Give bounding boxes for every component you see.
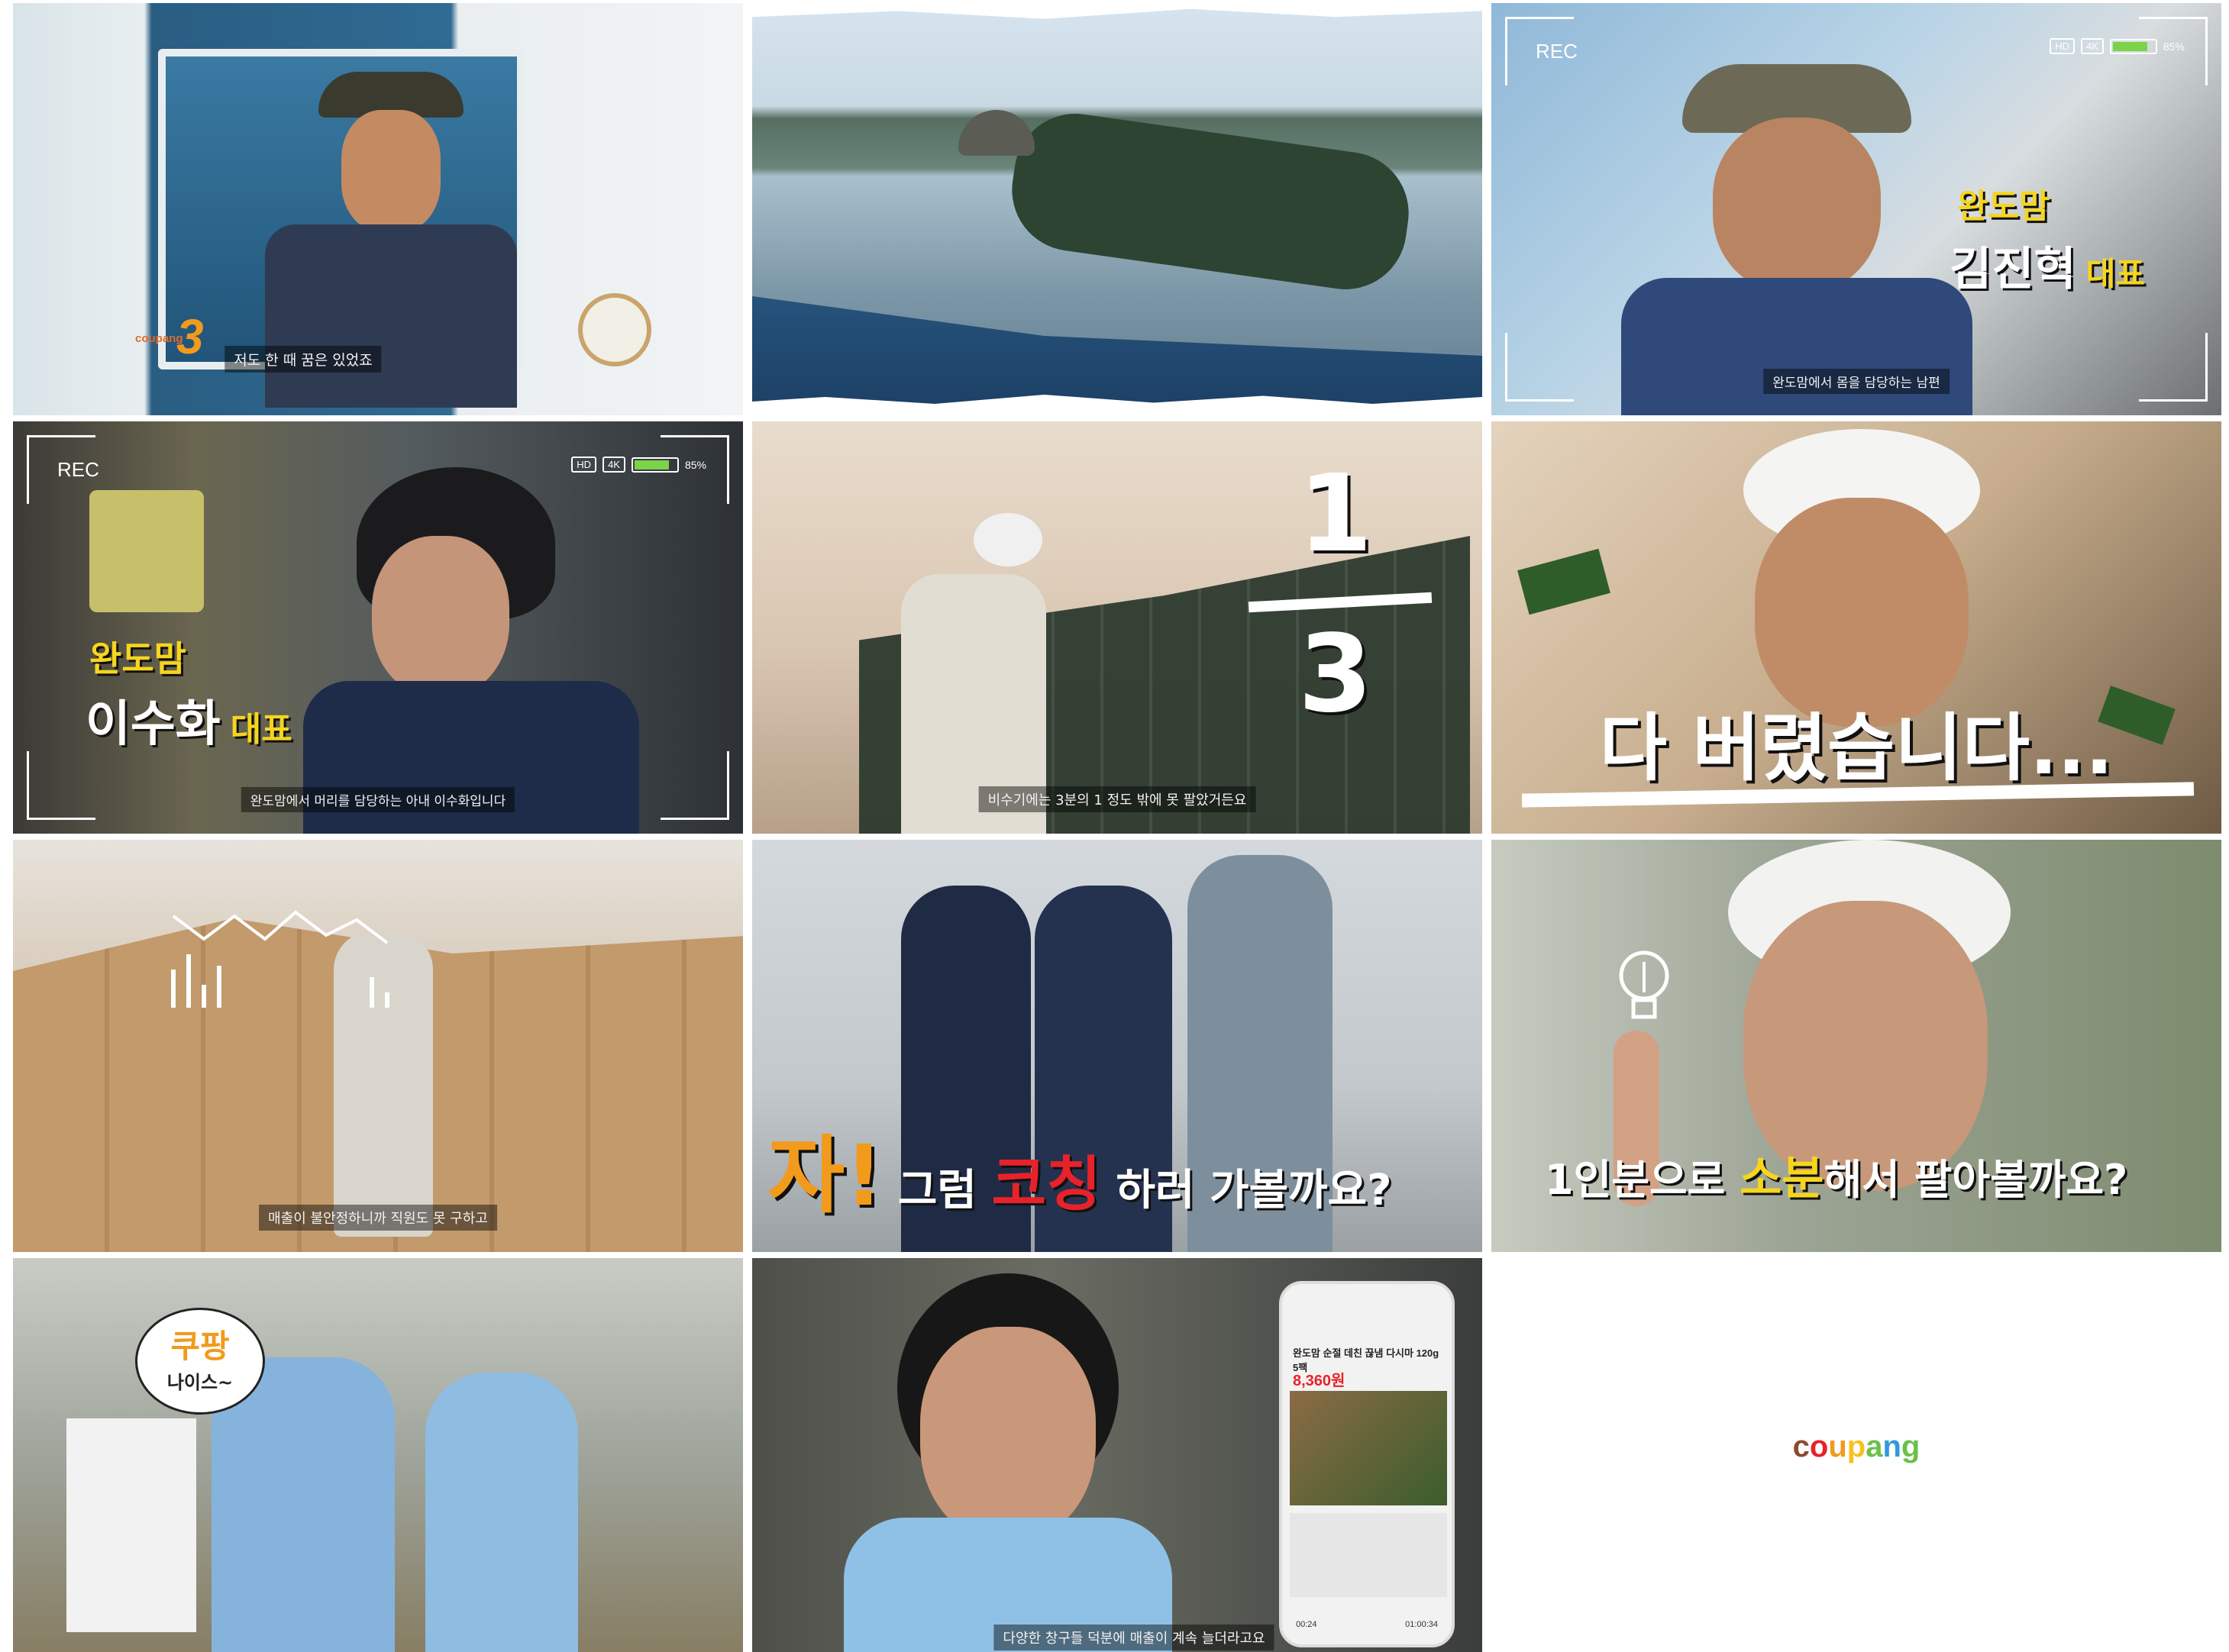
styrofoam-stack <box>66 1418 196 1632</box>
logo-letter: u <box>1828 1430 1847 1463</box>
caption-coaching: 코칭 <box>991 1150 1101 1219</box>
rec-corner-br <box>661 751 729 820</box>
subtitle: 매출이 불안정하니까 직원도 못 구하고 <box>259 1205 497 1231</box>
phone-time-start: 00:24 <box>1296 1620 1317 1629</box>
logo-letter: p <box>1846 1430 1866 1463</box>
caption-part-a: 1인분으로 <box>1545 1156 1740 1204</box>
battery-fill <box>634 460 670 469</box>
phone-product-image <box>1290 1391 1447 1505</box>
4k-badge: 4K <box>602 457 625 473</box>
caption-part-b: 해서 팔아볼까요? <box>1824 1156 2128 1204</box>
man-body <box>1621 278 1972 415</box>
caption-ja: 자! <box>767 1127 884 1224</box>
bubble-top: 쿠팡 <box>170 1328 230 1365</box>
video-frame-11: 완도맘 순절 데친 끊냄 다시마 120g 5팩 8,360원 00:24 01… <box>752 1258 1482 1652</box>
speech-bubble: 쿠팡 나이스~ <box>135 1308 265 1415</box>
subtitle: 비수기에는 3분의 1 정도 밖에 못 팔았거든요 <box>978 786 1256 812</box>
name-tag-main: 이수화 <box>86 696 221 753</box>
doodle-chart <box>171 910 389 1008</box>
rec-corner-br <box>2139 333 2208 402</box>
name-tag-main: 김진혁 <box>1950 243 2076 296</box>
video-frame-9: 1인분으로 소분해서 팔아볼까요? <box>1491 840 2221 1252</box>
name-tag-title: 대표 <box>2085 255 2145 292</box>
coupang-logo: coupang <box>1491 1430 2221 1464</box>
logo-letter: g <box>1901 1430 1920 1463</box>
subtitle: 완도맘에서 몸을 담당하는 남편 <box>1763 369 1950 394</box>
logo-letter: o <box>1809 1430 1829 1463</box>
logo-letter: n <box>1882 1430 1901 1463</box>
caption-part-b: 하러 가볼까요? <box>1100 1166 1392 1215</box>
woman-face <box>920 1327 1096 1541</box>
name-tag-title: 대표 <box>230 710 292 749</box>
caption: 1인분으로 소분해서 팔아볼까요? <box>1545 1141 2127 1208</box>
gauge-dial <box>578 293 651 366</box>
rec-label: REC <box>1536 40 1578 63</box>
hd-badge: HD <box>2050 38 2076 54</box>
video-frame-5: 1 3 비수기에는 3분의 1 정도 밖에 못 팔았거든요 <box>752 421 1482 834</box>
battery-percent: 85% <box>2163 40 2185 53</box>
subtitle: 완도맘에서 머리를 담당하는 아내 이수화입니다 <box>241 787 515 812</box>
woman-seated <box>425 1373 578 1652</box>
woman-face <box>372 536 509 696</box>
fraction-numerator: 1 <box>1298 452 1373 576</box>
4k-badge: 4K <box>2081 38 2104 54</box>
video-frame-10: 쿠팡 나이스~ <box>13 1258 743 1652</box>
video-frame-1: coupang 3 저도 한 때 꿈은 있었죠 <box>13 3 743 415</box>
name-tag-brand: 완도맘 <box>1957 187 2050 226</box>
battery-fill <box>2112 41 2148 51</box>
lightbulb-icon <box>1619 950 1669 1019</box>
phone-reviews-area <box>1290 1513 1447 1597</box>
video-frame-8: 자! 그럼 코칭 하러 가볼까요? <box>752 840 1482 1252</box>
badge-number: 3 <box>176 309 204 364</box>
phone-mockup: 완도맘 순절 데친 끊냄 다시마 120g 5팩 8,360원 00:24 01… <box>1279 1281 1455 1647</box>
video-frame-2 <box>752 3 1482 415</box>
caption: 다 버렸습니다... <box>1599 705 2114 791</box>
subtitle: 저도 한 때 꿈은 있었죠 <box>225 346 382 373</box>
rec-hud: HD 4K 85% <box>2050 38 2185 54</box>
fraction-denominator: 3 <box>1298 612 1373 737</box>
logo-letter: a <box>1866 1430 1883 1463</box>
video-frame-4: REC HD 4K 85% 완도맘 이수화 대표 완도맘에서 머리를 담당하는 … <box>13 421 743 834</box>
battery-icon <box>631 457 679 473</box>
rec-corner-bl <box>27 751 95 820</box>
name-tag-brand: 완도맘 <box>89 638 186 679</box>
coupang-badge: coupang 3 <box>135 309 204 364</box>
phone-time-end: 01:00:34 <box>1405 1620 1438 1629</box>
man-face <box>341 110 441 232</box>
bubble-bottom: 나이스~ <box>166 1372 234 1393</box>
hairnet <box>974 513 1042 566</box>
video-frame-3: REC HD 4K 85% 완도맘 김진혁 대표 완도맘에서 몸을 담당하는 남… <box>1491 3 2221 415</box>
name-tag: 이수화 대표 <box>86 685 292 755</box>
logo-letter: c <box>1792 1430 1810 1463</box>
caption-part-a: 그럼 <box>883 1166 992 1215</box>
folder-stack <box>89 490 204 612</box>
subtitle: 다양한 창구들 덕분에 매출이 계속 늘더라고요 <box>993 1625 1274 1650</box>
man-body <box>265 224 517 408</box>
name-tag: 김진혁 대표 <box>1950 232 2145 298</box>
rec-label: REC <box>57 458 99 481</box>
caption-sobun: 소분 <box>1740 1152 1824 1205</box>
rec-hud: HD 4K 85% <box>571 457 706 473</box>
man-face <box>1713 118 1881 293</box>
end-card: coupang <box>1491 1258 2221 1652</box>
video-frame-6: 다 버렸습니다... <box>1491 421 2221 834</box>
video-frame-7: 매출이 불안정하니까 직원도 못 구하고 <box>13 840 743 1252</box>
phone-price: 8,360원 <box>1293 1373 1345 1389</box>
logo-text: coupang <box>1793 1430 1920 1463</box>
battery-icon <box>2109 38 2157 54</box>
caption: 자! 그럼 코칭 하러 가볼까요? <box>767 1107 1392 1229</box>
rec-corner-bl <box>1505 333 1574 402</box>
battery-percent: 85% <box>684 458 706 471</box>
hd-badge: HD <box>571 457 597 473</box>
